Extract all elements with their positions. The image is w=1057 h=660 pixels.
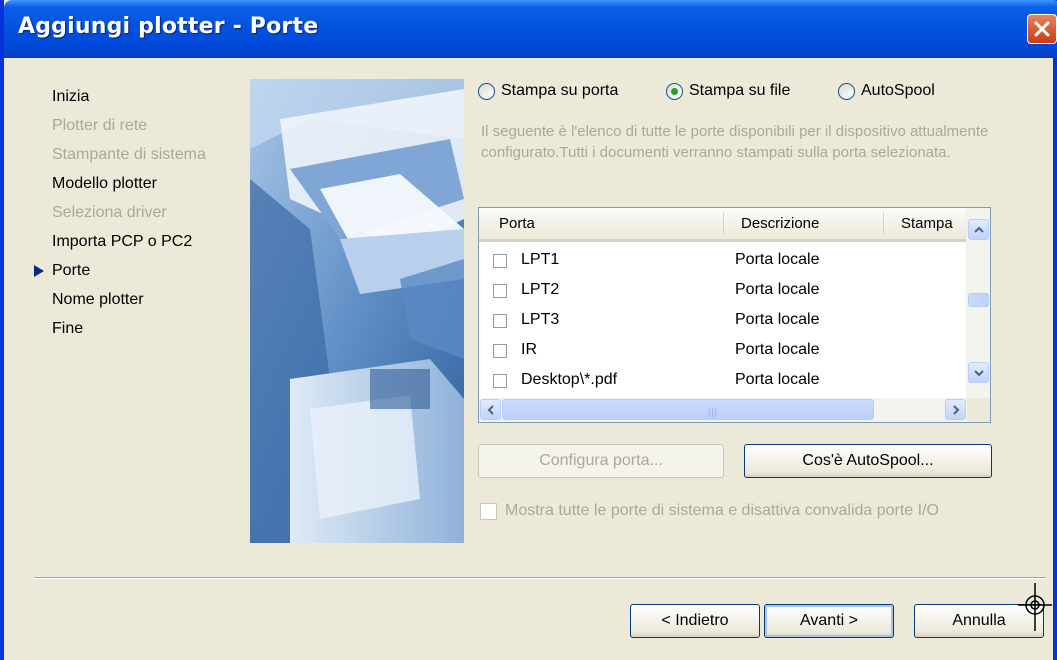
port-description: Porta locale: [735, 281, 820, 298]
port-name: LPT1: [521, 251, 560, 268]
column-separator[interactable]: [883, 212, 884, 234]
show-all-ports-checkbox[interactable]: Mostra tutte le porte di sistema e disat…: [480, 502, 939, 520]
step-porte: Porte: [34, 256, 244, 285]
what-is-autospool-button[interactable]: Cos'è AutoSpool...: [744, 444, 992, 478]
step-fine: Fine: [52, 320, 84, 337]
chevron-left-icon: [487, 405, 494, 415]
port-checkbox[interactable]: [493, 284, 507, 298]
show-all-ports-label: Mostra tutte le porte di sistema e disat…: [505, 502, 939, 519]
close-icon: [1034, 21, 1050, 37]
wizard-steps: Inizia Plotter di rete Stampante di sist…: [34, 82, 244, 343]
scroll-up-button[interactable]: [968, 219, 989, 240]
port-description: Porta locale: [735, 311, 820, 328]
configure-port-button[interactable]: Configura porta...: [478, 444, 724, 478]
radio-stampa-su-file[interactable]: Stampa su file: [666, 82, 790, 100]
column-separator[interactable]: [723, 212, 724, 234]
chevron-up-icon: [974, 226, 984, 233]
chevron-down-icon: [974, 370, 984, 377]
port-checkbox[interactable]: [493, 254, 507, 268]
back-button[interactable]: < Indietro: [630, 604, 760, 638]
column-descrizione[interactable]: Descrizione: [741, 215, 819, 232]
radio-indicator: [478, 82, 495, 100]
port-row[interactable]: Desktop\*.pdf Porta locale: [479, 368, 969, 398]
chevron-right-icon: [953, 405, 960, 415]
arrow-right-icon: [34, 265, 44, 277]
scrollbar-corner: [967, 398, 990, 422]
port-name: LPT2: [521, 281, 560, 298]
step-plotter-di-rete: Plotter di rete: [52, 117, 148, 134]
radio-indicator: [838, 82, 855, 100]
close-button[interactable]: [1027, 14, 1057, 44]
port-checkbox[interactable]: [493, 344, 507, 358]
column-stampa[interactable]: Stampa: [901, 215, 953, 232]
horizontal-scrollbar[interactable]: |||: [479, 398, 969, 422]
column-porta[interactable]: Porta: [499, 215, 535, 232]
ports-list-header: Porta Descrizione Stampa: [479, 208, 969, 242]
ports-description: Il seguente è l'elenco di tutte le porte…: [481, 123, 989, 161]
scroll-down-button[interactable]: [968, 362, 989, 383]
radio-autospool[interactable]: AutoSpool: [838, 82, 935, 100]
port-checkbox[interactable]: [493, 374, 507, 388]
radio-label: Stampa su file: [689, 82, 791, 99]
step-modello-plotter: Modello plotter: [52, 175, 157, 192]
port-name: Desktop\*.pdf: [521, 371, 618, 388]
radio-label: Stampa su porta: [501, 82, 619, 99]
radio-label: AutoSpool: [861, 82, 935, 99]
vertical-scrollbar[interactable]: [966, 208, 990, 398]
port-description: Porta locale: [735, 371, 820, 388]
radio-stampa-su-porta[interactable]: Stampa su porta: [478, 82, 618, 100]
step-nome-plotter: Nome plotter: [52, 291, 144, 308]
window-title: Aggiungi plotter - Porte: [18, 14, 319, 39]
port-row[interactable]: IR Porta locale: [479, 338, 969, 368]
port-name: LPT3: [521, 311, 560, 328]
step-seleziona-driver: Seleziona driver: [52, 204, 167, 221]
crosshair-icon: [1018, 583, 1052, 631]
scroll-left-button[interactable]: [480, 399, 501, 420]
checkbox-box[interactable]: [480, 502, 497, 520]
port-name: IR: [521, 341, 537, 358]
step-importa-pcp: Importa PCP o PC2: [52, 233, 193, 250]
step-porte-label: Porte: [52, 262, 91, 279]
horizontal-scroll-thumb[interactable]: |||: [502, 399, 874, 420]
add-plotter-dialog: Aggiungi plotter - Porte Inizia Plotter …: [0, 0, 1057, 660]
port-row[interactable]: LPT3 Porta locale: [479, 308, 969, 338]
vertical-scroll-thumb[interactable]: [968, 293, 989, 307]
port-description: Porta locale: [735, 341, 820, 358]
footer-divider: [34, 577, 1046, 579]
radio-indicator: [666, 82, 683, 100]
step-stampante-di-sistema: Stampante di sistema: [52, 146, 206, 163]
port-row[interactable]: LPT2 Porta locale: [479, 278, 969, 308]
grip-icon: |||: [708, 407, 719, 417]
port-description: Porta locale: [735, 251, 820, 268]
plotter-illustration: [250, 79, 464, 543]
next-button[interactable]: Avanti >: [764, 604, 894, 638]
port-checkbox[interactable]: [493, 314, 507, 328]
step-inizia: Inizia: [52, 88, 90, 105]
title-bar[interactable]: Aggiungi plotter - Porte: [4, 0, 1057, 58]
ports-list[interactable]: Porta Descrizione Stampa LPT1 Porta local…: [478, 207, 991, 423]
port-row[interactable]: LPT1 Porta locale: [479, 248, 969, 278]
scroll-right-button[interactable]: [945, 399, 966, 420]
